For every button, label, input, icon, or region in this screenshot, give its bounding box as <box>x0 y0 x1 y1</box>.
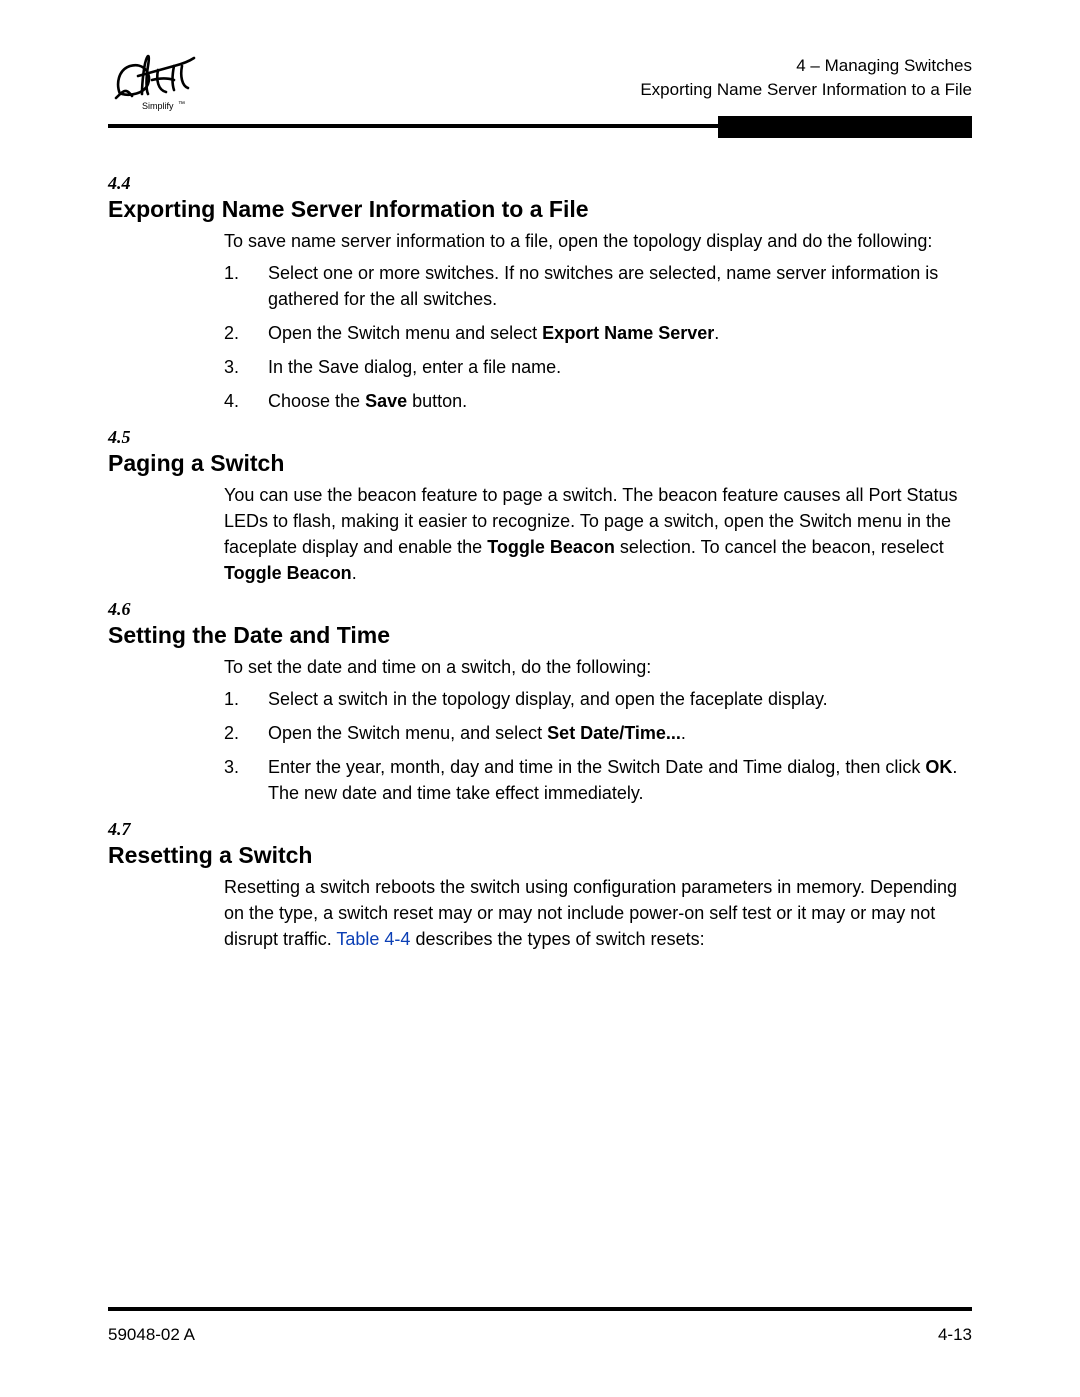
text-bold: Save <box>365 391 407 411</box>
list-item: 3. In the Save dialog, enter a file name… <box>224 354 972 380</box>
section-heading: Paging a Switch <box>108 450 972 476</box>
section-heading: Setting the Date and Time <box>108 622 972 648</box>
list-item: 2. Open the Switch menu and select Expor… <box>224 320 972 346</box>
list-body: Open the Switch menu and select Export N… <box>268 320 972 346</box>
footer-doc-id: 59048-02 A <box>108 1325 195 1345</box>
section-4-5: 4.5 Paging a Switch You can use the beac… <box>108 424 972 586</box>
section-number: 4.6 <box>108 596 972 622</box>
section-body: Resetting a switch reboots the switch us… <box>224 874 972 952</box>
list-index: 1. <box>224 260 268 312</box>
text-run: Choose the <box>268 391 365 411</box>
ordered-list: 1. Select one or more switches. If no sw… <box>224 260 972 414</box>
list-body: Enter the year, month, day and time in t… <box>268 754 972 806</box>
section-4-6: 4.6 Setting the Date and Time To set the… <box>108 596 972 806</box>
header-right: 4 – Managing Switches Exporting Name Ser… <box>640 54 972 102</box>
ordered-list: 1. Select a switch in the topology displ… <box>224 686 972 806</box>
text-run: describes the types of switch resets: <box>410 929 704 949</box>
footer-page-number: 4-13 <box>938 1325 972 1345</box>
logo: Simplify ™ <box>108 54 204 114</box>
section-body: You can use the beacon feature to page a… <box>224 482 972 586</box>
section-heading: Resetting a Switch <box>108 842 972 868</box>
content: 4.4 Exporting Name Server Information to… <box>108 170 972 952</box>
svg-text:™: ™ <box>178 101 185 108</box>
text-run: Enter the year, month, day and time in t… <box>268 757 925 777</box>
list-index: 4. <box>224 388 268 414</box>
section-4-7: 4.7 Resetting a Switch Resetting a switc… <box>108 816 972 952</box>
list-body: Select one or more switches. If no switc… <box>268 260 972 312</box>
text-run: . <box>681 723 686 743</box>
list-index: 1. <box>224 686 268 712</box>
text-bold: Export Name Server <box>542 323 714 343</box>
list-item: 3. Enter the year, month, day and time i… <box>224 754 972 806</box>
text-run: . <box>352 563 357 583</box>
list-index: 2. <box>224 720 268 746</box>
list-body: Choose the Save button. <box>268 388 972 414</box>
text-bold: Toggle Beacon <box>487 537 615 557</box>
header-row: Simplify ™ 4 – Managing Switches Exporti… <box>108 54 972 114</box>
section-title-header: Exporting Name Server Information to a F… <box>640 78 972 102</box>
list-index: 3. <box>224 354 268 380</box>
list-item: 1. Select a switch in the topology displ… <box>224 686 972 712</box>
list-item: 4. Choose the Save button. <box>224 388 972 414</box>
section-4-4: 4.4 Exporting Name Server Information to… <box>108 170 972 414</box>
text-run: selection. To cancel the beacon, reselec… <box>615 537 944 557</box>
footer: 59048-02 A 4-13 <box>108 1325 972 1345</box>
qlogic-logo-icon: Simplify ™ <box>108 54 204 114</box>
text-run: . <box>714 323 719 343</box>
list-body: In the Save dialog, enter a file name. <box>268 354 972 380</box>
chapter-title: 4 – Managing Switches <box>640 54 972 78</box>
list-item: 2. Open the Switch menu, and select Set … <box>224 720 972 746</box>
section-intro: To set the date and time on a switch, do… <box>224 654 972 680</box>
svg-text:Simplify: Simplify <box>142 101 174 111</box>
list-body: Open the Switch menu, and select Set Dat… <box>268 720 972 746</box>
section-number: 4.4 <box>108 170 972 196</box>
list-index: 2. <box>224 320 268 346</box>
page: Simplify ™ 4 – Managing Switches Exporti… <box>0 0 1080 1397</box>
text-run: button. <box>407 391 467 411</box>
list-index: 3. <box>224 754 268 806</box>
text-run: Open the Switch menu and select <box>268 323 542 343</box>
chapter-tab <box>718 116 972 138</box>
text-bold: Set Date/Time... <box>547 723 681 743</box>
cross-reference-link[interactable]: Table 4-4 <box>336 929 410 949</box>
section-number: 4.5 <box>108 424 972 450</box>
section-intro: To save name server information to a fil… <box>224 228 972 254</box>
list-item: 1. Select one or more switches. If no sw… <box>224 260 972 312</box>
section-number: 4.7 <box>108 816 972 842</box>
text-bold: OK <box>925 757 952 777</box>
text-bold: Toggle Beacon <box>224 563 352 583</box>
section-heading: Exporting Name Server Information to a F… <box>108 196 972 222</box>
footer-rule <box>108 1307 972 1311</box>
text-run: Open the Switch menu, and select <box>268 723 547 743</box>
list-body: Select a switch in the topology display,… <box>268 686 972 712</box>
